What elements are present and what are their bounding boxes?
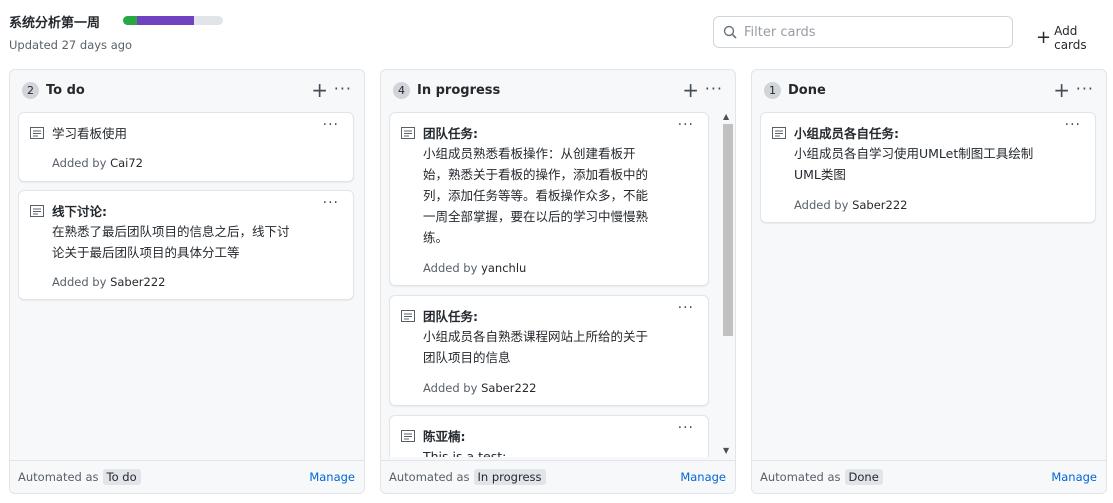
card-added-by: Added by yanchlu xyxy=(423,261,527,275)
card-title: 陈亚楠: xyxy=(423,429,466,444)
card-more-icon[interactable]: ··· xyxy=(323,195,339,211)
automated-badge: In progress xyxy=(473,469,546,485)
card[interactable]: 学习看板使用 Added by Cai72 ··· xyxy=(18,112,354,182)
manage-link[interactable]: Manage xyxy=(309,470,355,484)
updated-timestamp: Updated 27 days ago xyxy=(9,38,133,52)
automated-label: Automated as xyxy=(760,470,841,484)
card-title: 小组成员各自任务: xyxy=(794,126,899,141)
card-title: 团队任务: xyxy=(423,126,478,141)
column-card-count: 4 xyxy=(393,81,410,99)
column-name: To do xyxy=(46,82,85,98)
automated-label: Automated as xyxy=(18,470,99,484)
filter-cards-field[interactable] xyxy=(713,16,1013,48)
board-progress-bar xyxy=(123,16,223,25)
column-scrollbar[interactable]: ▲ ▼ xyxy=(721,112,733,458)
search-icon xyxy=(723,25,737,39)
automated-badge: Done xyxy=(844,469,883,485)
column-card-count: 2 xyxy=(22,81,39,99)
column-footer: Automated as To do Manage xyxy=(10,460,364,493)
card-author[interactable]: Saber222 xyxy=(110,275,165,289)
note-icon xyxy=(401,127,415,139)
card[interactable]: 线下讨论: 在熟悉了最后团队项目的信息之后，线下讨 论关于最后团队项目的具体分工… xyxy=(18,190,354,300)
card-body: 小组成员熟悉看板操作：从创建看板开 始，熟悉关于看板的操作，添加看板中的 列，添… xyxy=(423,146,649,245)
card-more-icon[interactable]: ··· xyxy=(678,300,694,316)
column-header: 2 To do + ··· xyxy=(10,70,364,110)
automated-badge: To do xyxy=(102,469,141,485)
add-card-plus-icon[interactable]: + xyxy=(1053,80,1070,100)
column-footer: Automated as In progress Manage xyxy=(381,460,735,493)
column-cards: 学习看板使用 Added by Cai72 ··· 线下讨论: 在熟悉了最后团队… xyxy=(18,112,356,457)
card-author[interactable]: Saber222 xyxy=(481,381,536,395)
column-card-count: 1 xyxy=(764,81,781,99)
add-card-plus-icon[interactable]: + xyxy=(311,80,328,100)
plus-icon: + xyxy=(1036,27,1052,48)
card[interactable]: 团队任务: 小组成员熟悉看板操作：从创建看板开 始，熟悉关于看板的操作，添加看板… xyxy=(389,112,709,286)
card[interactable]: 团队任务: 小组成员各自熟悉课程网站上所给的关于 团队项目的信息 Added b… xyxy=(389,295,709,406)
card-title: 线下讨论: xyxy=(52,204,107,219)
column-to-do: 2 To do + ··· 学习看板使用 Added by Cai72 ··· … xyxy=(9,69,365,494)
card[interactable]: 陈亚楠: This is a test: ··· xyxy=(389,415,709,457)
manage-link[interactable]: Manage xyxy=(1051,470,1097,484)
note-icon xyxy=(401,430,415,442)
note-icon xyxy=(30,127,44,139)
column-in-progress: 4 In progress + ··· 团队任务: 小组成员熟悉看板操作：从创建… xyxy=(380,69,736,494)
scroll-up-icon[interactable]: ▲ xyxy=(723,112,729,121)
card-body: 小组成员各自熟悉课程网站上所给的关于 团队项目的信息 xyxy=(423,329,649,365)
column-cards: 团队任务: 小组成员熟悉看板操作：从创建看板开 始，熟悉关于看板的操作，添加看板… xyxy=(389,112,713,457)
column-header: 4 In progress + ··· xyxy=(381,70,735,110)
column-done: 1 Done + ··· 小组成员各自任务: 小组成员各自学习使用UMLet制图… xyxy=(751,69,1107,494)
progress-done-segment xyxy=(123,16,138,25)
filter-cards-input[interactable] xyxy=(744,24,994,40)
card-body: 在熟悉了最后团队项目的信息之后，线下讨 论关于最后团队项目的具体分工等 xyxy=(52,224,290,260)
note-icon xyxy=(30,205,44,217)
note-icon xyxy=(401,310,415,322)
board-title: 系统分析第一周 xyxy=(9,16,101,31)
card-author[interactable]: Cai72 xyxy=(110,156,143,170)
card-more-icon[interactable]: ··· xyxy=(678,420,694,436)
card-author[interactable]: Saber222 xyxy=(852,198,907,212)
card-more-icon[interactable]: ··· xyxy=(678,117,694,133)
progress-in-progress-segment xyxy=(137,16,195,25)
manage-link[interactable]: Manage xyxy=(680,470,726,484)
scroll-down-icon[interactable]: ▼ xyxy=(723,446,729,455)
column-cards: 小组成员各自任务: 小组成员各自学习使用UMLet制图工具绘制 UML类图 Ad… xyxy=(760,112,1098,457)
card-added-by: Added by Saber222 xyxy=(794,198,908,212)
column-name: Done xyxy=(788,82,826,98)
card-body: This is a test: xyxy=(423,449,507,457)
card-title: 团队任务: xyxy=(423,309,478,324)
column-more-icon[interactable]: ··· xyxy=(1076,80,1094,98)
add-cards-label: Add cards xyxy=(1054,24,1087,52)
card-more-icon[interactable]: ··· xyxy=(323,117,339,133)
column-more-icon[interactable]: ··· xyxy=(334,80,352,98)
scrollbar-thumb[interactable] xyxy=(723,124,733,336)
column-header: 1 Done + ··· xyxy=(752,70,1106,110)
card-added-by: Added by Saber222 xyxy=(423,381,537,395)
card-added-by: Added by Cai72 xyxy=(52,156,143,170)
card-author[interactable]: yanchlu xyxy=(481,261,526,275)
add-card-plus-icon[interactable]: + xyxy=(682,80,699,100)
card-body: 小组成员各自学习使用UMLet制图工具绘制 UML类图 xyxy=(794,146,1034,182)
card-added-by: Added by Saber222 xyxy=(52,275,166,289)
card[interactable]: 小组成员各自任务: 小组成员各自学习使用UMLet制图工具绘制 UML类图 Ad… xyxy=(760,112,1096,223)
automated-label: Automated as xyxy=(389,470,470,484)
column-name: In progress xyxy=(417,82,501,98)
add-cards-button[interactable]: + Add cards xyxy=(1036,24,1113,52)
column-more-icon[interactable]: ··· xyxy=(705,80,723,98)
note-icon xyxy=(772,127,786,139)
card-more-icon[interactable]: ··· xyxy=(1065,117,1081,133)
card-title: 学习看板使用 xyxy=(52,126,128,141)
column-footer: Automated as Done Manage xyxy=(752,460,1106,493)
